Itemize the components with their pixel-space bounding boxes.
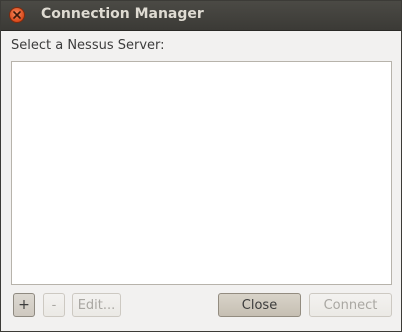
close-icon xyxy=(13,11,21,19)
server-list[interactable] xyxy=(11,61,392,285)
window-title: Connection Manager xyxy=(41,6,204,22)
connection-manager-window: Connection Manager Select a Nessus Serve… xyxy=(0,0,402,332)
add-server-button[interactable]: + xyxy=(13,293,35,317)
server-select-label: Select a Nessus Server: xyxy=(11,38,165,53)
connect-button[interactable]: Connect xyxy=(309,293,392,317)
remove-server-button[interactable]: - xyxy=(43,293,65,317)
close-button[interactable]: Close xyxy=(218,293,301,317)
edit-server-button[interactable]: Edit... xyxy=(72,293,121,317)
titlebar[interactable]: Connection Manager xyxy=(1,1,401,31)
window-close-button[interactable] xyxy=(9,7,25,23)
